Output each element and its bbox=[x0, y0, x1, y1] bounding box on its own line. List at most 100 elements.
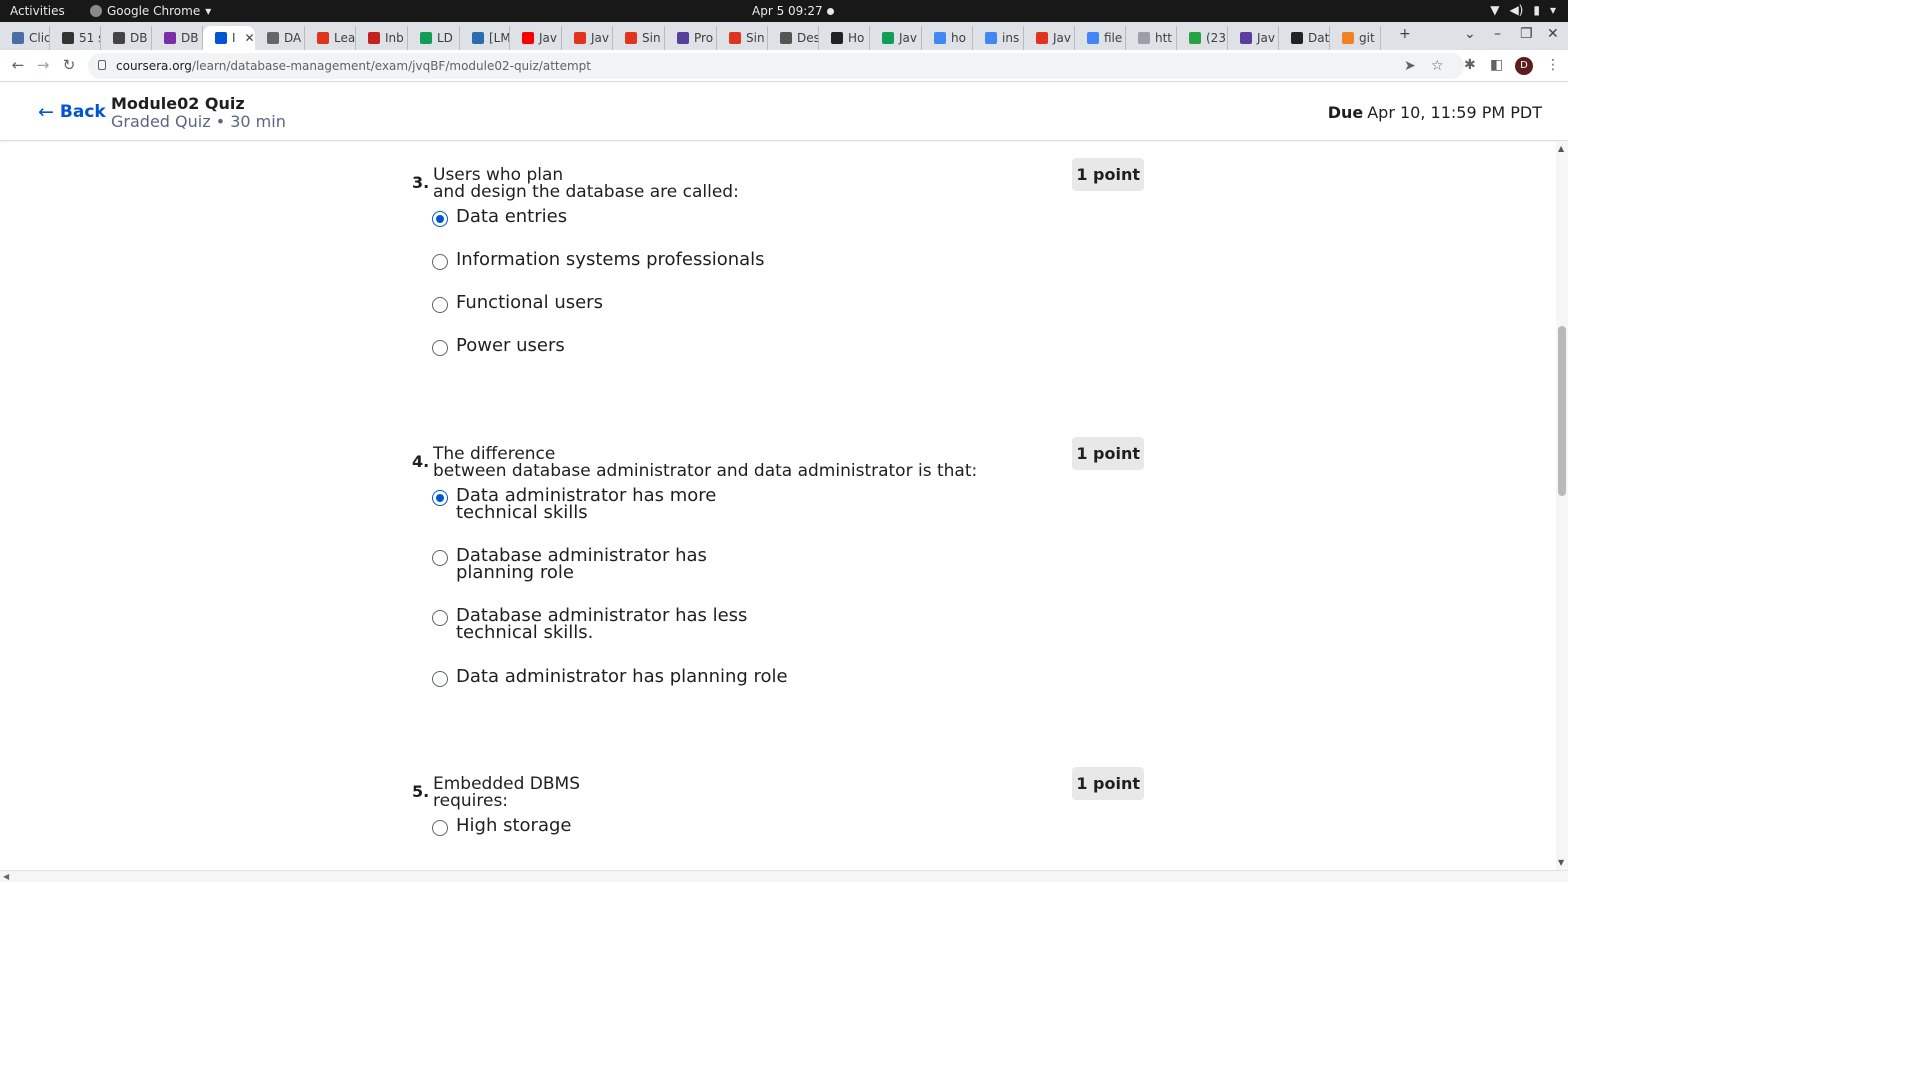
tab-favicon-icon bbox=[1291, 32, 1303, 44]
browser-tab[interactable]: Dat bbox=[1279, 26, 1330, 50]
answer-option[interactable]: High storage bbox=[432, 817, 571, 836]
tab-favicon-icon bbox=[985, 32, 997, 44]
radio-unchecked-icon[interactable] bbox=[432, 610, 448, 626]
radio-unchecked-icon[interactable] bbox=[432, 671, 448, 687]
tab-favicon-icon bbox=[113, 32, 125, 44]
answer-option[interactable]: Functional users bbox=[432, 294, 603, 313]
browser-tab[interactable]: Jav bbox=[1228, 26, 1279, 50]
browser-tab[interactable]: DB bbox=[101, 26, 152, 50]
browser-tab[interactable]: ins bbox=[973, 26, 1024, 50]
bookmark-star-icon[interactable]: ☆ bbox=[1431, 58, 1444, 74]
scroll-down-icon[interactable]: ▼ bbox=[1558, 858, 1564, 867]
scroll-left-icon[interactable]: ◀ bbox=[3, 872, 9, 881]
answer-option-label: Database administrator has planning role bbox=[456, 545, 707, 583]
wifi-icon: ▼ bbox=[1490, 3, 1500, 17]
vertical-scrollbar[interactable]: ▲ ▼ bbox=[1556, 142, 1568, 870]
tab-label: htt bbox=[1155, 31, 1173, 45]
scroll-up-icon[interactable]: ▲ bbox=[1558, 144, 1564, 153]
browser-tab[interactable]: Jav bbox=[1024, 26, 1075, 50]
answer-option-label: Information systems professionals bbox=[456, 249, 765, 270]
new-tab-button[interactable]: + bbox=[1399, 26, 1411, 42]
restore-window-button[interactable]: ❐ bbox=[1520, 26, 1533, 42]
browser-toolbar: ← → ↻ coursera.org/learn/database-manage… bbox=[0, 50, 1568, 82]
question-number: 5. bbox=[412, 782, 430, 801]
browser-tab[interactable]: Jav bbox=[870, 26, 922, 50]
browser-tab[interactable]: Des bbox=[768, 26, 819, 50]
answer-option[interactable]: Database administrator has planning role bbox=[432, 545, 707, 583]
tab-favicon-icon bbox=[164, 32, 176, 44]
horizontal-scrollbar[interactable]: ◀ bbox=[0, 870, 1568, 882]
browser-tab[interactable]: DA bbox=[255, 26, 305, 50]
radio-unchecked-icon[interactable] bbox=[432, 550, 448, 566]
answer-option[interactable]: Data entries bbox=[432, 208, 567, 227]
close-window-button[interactable]: ✕ bbox=[1547, 26, 1559, 42]
radio-unchecked-icon[interactable] bbox=[432, 340, 448, 356]
browser-tab[interactable]: Sin bbox=[613, 26, 665, 50]
answer-option[interactable]: Data administrator has more technical sk… bbox=[432, 487, 716, 522]
browser-tab[interactable]: Jav bbox=[510, 26, 562, 50]
address-bar[interactable]: coursera.org/learn/database-management/e… bbox=[88, 53, 1464, 79]
tab-favicon-icon bbox=[1087, 32, 1099, 44]
tab-favicon-icon bbox=[729, 32, 741, 44]
browser-tab[interactable]: Sin bbox=[717, 26, 768, 50]
tab-label: 51 s bbox=[79, 31, 100, 45]
tab-label: I bbox=[232, 31, 236, 45]
tab-label: DA bbox=[284, 31, 302, 45]
browser-tab[interactable]: DB bbox=[152, 26, 203, 50]
send-page-icon[interactable]: ➤ bbox=[1404, 58, 1416, 74]
app-menu[interactable]: Google Chrome ▾ bbox=[90, 4, 211, 18]
answer-option[interactable]: Database administrator has less technica… bbox=[432, 607, 747, 642]
browser-tab[interactable]: Inb bbox=[356, 26, 408, 50]
system-tray[interactable]: ▼ ◀) ▮ ▾ bbox=[1490, 3, 1556, 17]
extensions-puzzle-icon[interactable]: ✱ bbox=[1464, 57, 1476, 73]
close-tab-icon[interactable]: ✕ bbox=[245, 31, 255, 45]
side-panel-icon[interactable]: ◧ bbox=[1490, 57, 1503, 73]
back-link[interactable]: ← Back bbox=[38, 101, 106, 123]
reload-icon[interactable]: ↻ bbox=[59, 56, 79, 74]
chrome-icon bbox=[90, 5, 102, 17]
scrollbar-thumb[interactable] bbox=[1558, 326, 1566, 496]
browser-tab[interactable]: (23 bbox=[1177, 26, 1228, 50]
quiz-header: ← Back Module02 Quiz Graded Quiz • 30 mi… bbox=[0, 83, 1568, 141]
tab-label: Lea bbox=[334, 31, 356, 45]
chrome-menu-icon[interactable]: ⋮ bbox=[1546, 57, 1560, 73]
browser-tab[interactable]: Jav bbox=[562, 26, 613, 50]
browser-tab[interactable]: Pro bbox=[665, 26, 717, 50]
forward-arrow-icon[interactable]: → bbox=[33, 56, 53, 74]
browser-tab[interactable]: Lea bbox=[305, 26, 356, 50]
radio-unchecked-icon[interactable] bbox=[432, 254, 448, 270]
answer-option[interactable]: Information systems professionals bbox=[432, 251, 765, 270]
tab-label: DB bbox=[181, 31, 199, 45]
tab-favicon-icon bbox=[522, 32, 534, 44]
radio-checked-icon[interactable] bbox=[432, 211, 448, 227]
browser-tab[interactable]: htt bbox=[1126, 26, 1177, 50]
tab-label: Jav bbox=[1053, 31, 1071, 45]
radio-unchecked-icon[interactable] bbox=[432, 820, 448, 836]
back-arrow-icon[interactable]: ← bbox=[8, 56, 28, 74]
quiz-content: 3. Users who plan and design the database… bbox=[0, 142, 1556, 870]
radio-unchecked-icon[interactable] bbox=[432, 297, 448, 313]
answer-option[interactable]: Data administrator has planning role bbox=[432, 668, 788, 687]
browser-tab[interactable]: I ✕ bbox=[203, 26, 255, 50]
browser-tab[interactable]: git bbox=[1330, 26, 1381, 50]
browser-tab[interactable]: LD bbox=[408, 26, 460, 50]
tab-label: Sin bbox=[642, 31, 661, 45]
browser-tab[interactable]: file bbox=[1075, 26, 1126, 50]
answer-option[interactable]: Power users bbox=[432, 337, 565, 356]
profile-avatar[interactable]: D bbox=[1515, 57, 1533, 75]
browser-tab[interactable]: [LM bbox=[460, 26, 510, 50]
browser-tab[interactable]: 51 s bbox=[50, 26, 101, 50]
clock[interactable]: Apr 5 09:27 bbox=[752, 4, 823, 18]
tab-search-chevron-icon[interactable]: ⌄ bbox=[1464, 26, 1476, 42]
tab-label: Jav bbox=[539, 31, 557, 45]
tab-label: ins bbox=[1002, 31, 1020, 45]
tab-label: ho bbox=[951, 31, 966, 45]
minimize-window-button[interactable]: – bbox=[1494, 26, 1501, 42]
lock-icon bbox=[98, 60, 106, 70]
browser-tab[interactable]: Ho bbox=[819, 26, 870, 50]
browser-tab[interactable]: ho bbox=[922, 26, 973, 50]
tab-label: file bbox=[1104, 31, 1123, 45]
activities-button[interactable]: Activities bbox=[10, 4, 65, 18]
radio-checked-icon[interactable] bbox=[432, 490, 448, 506]
browser-tab[interactable]: Clic bbox=[0, 26, 50, 50]
